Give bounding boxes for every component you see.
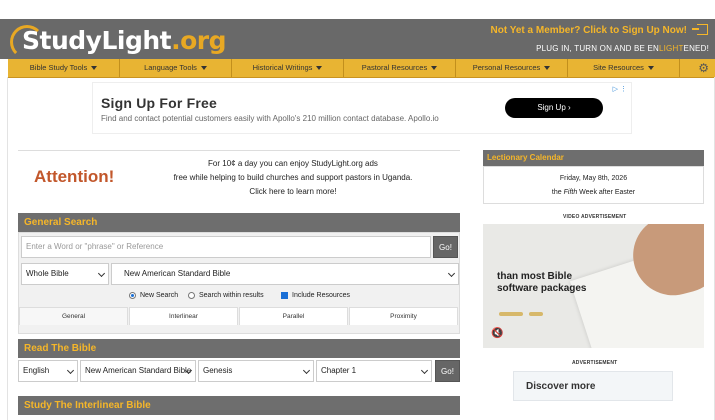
signup-link[interactable]: Not Yet a Member? Click to Sign Up Now! [490,25,687,36]
attention-promo[interactable]: Attention! For 10¢ a day you can enjoy S… [18,150,460,207]
mute-icon[interactable]: 🔇 [491,328,503,339]
lectionary-heading[interactable]: Lectionary Calendar [483,150,704,166]
tab-parallel[interactable]: Parallel [239,307,348,325]
sign-in-icon[interactable] [692,24,708,35]
lectionary-date: Friday, May 8th, 2026 [559,175,628,182]
gear-icon[interactable]: ⚙ [698,61,709,75]
nav-historical-writings[interactable]: Historical Writings [232,59,344,77]
ad-signup-button[interactable]: Sign Up › [505,98,603,118]
book-select[interactable]: Genesis [198,360,314,382]
ad-subtitle: Find and contact potential customers eas… [101,114,439,123]
search-within-label: Search within results [199,292,264,299]
chevron-down-icon [420,366,429,375]
video-ad-text: than most Bible software packages [497,271,587,294]
caret-down-icon [431,66,438,71]
caret-down-icon [316,66,323,71]
ad-title: Sign Up For Free [101,95,217,111]
tab-interlinear[interactable]: Interlinear [129,307,238,325]
video-advertisement[interactable]: than most Bible software packages 🔇 [483,224,704,348]
new-search-radio[interactable] [129,292,136,299]
caret-down-icon [647,66,654,71]
chevron-down-icon [97,269,106,278]
search-go-button[interactable]: Go! [433,236,458,258]
search-options: New Search Search within results Include… [19,291,459,305]
general-search-panel: Enter a Word or "phrase" or Reference Go… [18,232,460,334]
new-search-label: New Search [140,292,179,299]
read-bible-row: English New American Standard Bible Gene… [18,360,460,384]
caret-down-icon [544,66,551,71]
lectionary-week: the Fifth Week after Easter [551,189,636,196]
chevron-down-icon [66,366,75,375]
nav-site-resources[interactable]: Site Resources [568,59,680,77]
general-search-heading: General Search [18,213,460,232]
search-input[interactable]: Enter a Word or "phrase" or Reference [21,236,431,258]
nav-pastoral-resources[interactable]: Pastoral Resources [344,59,456,77]
chevron-down-icon [447,269,456,278]
search-within-radio[interactable] [188,292,195,299]
tab-proximity[interactable]: Proximity [349,307,458,325]
nav-bible-study-tools[interactable]: Bible Study Tools [8,59,120,77]
ad-progress-pill [499,312,523,316]
caret-down-icon [200,66,207,71]
ad-progress-pill [529,312,543,316]
version-select[interactable]: New American Standard Bible [111,263,459,285]
ad-banner[interactable]: Sign Up For Free Find and contact potent… [92,82,632,134]
read-go-button[interactable]: Go! [435,360,460,382]
site-tagline: PLUG IN, TURN ON AND BE ENLIGHTENED! [536,44,709,53]
ad-label: ADVERTISEMENT [572,360,618,366]
logo-text: StudyLight.org [22,26,226,55]
caret-down-icon [91,66,98,71]
attention-heading: Attention! [34,167,115,186]
video-ad-label: VIDEO ADVERTISEMENT [563,214,627,220]
tab-general[interactable]: General [19,307,128,325]
page-border-left [7,77,8,420]
chapter-select[interactable]: Chapter 1 [316,360,432,382]
discover-more-button[interactable]: Discover more [513,371,673,401]
interlinear-bible-heading: Study The Interlinear Bible [18,396,460,415]
main-nav: Bible Study Tools Language Tools Histori… [8,59,715,78]
read-bible-heading: Read The Bible [18,339,460,358]
lectionary-body: Friday, May 8th, 2026 the Fifth Week aft… [483,166,704,204]
include-resources-checkbox[interactable] [281,292,288,299]
top-white-strip [0,0,715,19]
language-select[interactable]: English [18,360,78,382]
nav-personal-resources[interactable]: Personal Resources [456,59,568,77]
search-tabs: General Interlinear Parallel Proximity [19,307,459,325]
scope-select[interactable]: Whole Bible [21,263,109,285]
attention-text[interactable]: For 10¢ a day you can enjoy StudyLight.o… [163,157,423,199]
include-resources-label: Include Resources [292,292,350,299]
chevron-down-icon [302,366,311,375]
site-logo[interactable]: StudyLight.org [8,23,228,59]
bible-version-select[interactable]: New American Standard Bible [80,360,196,382]
site-header: StudyLight.org Not Yet a Member? Click t… [0,19,715,59]
nav-language-tools[interactable]: Language Tools [120,59,232,77]
ad-choices-icon[interactable]: ▷ ⋮ [613,85,627,93]
